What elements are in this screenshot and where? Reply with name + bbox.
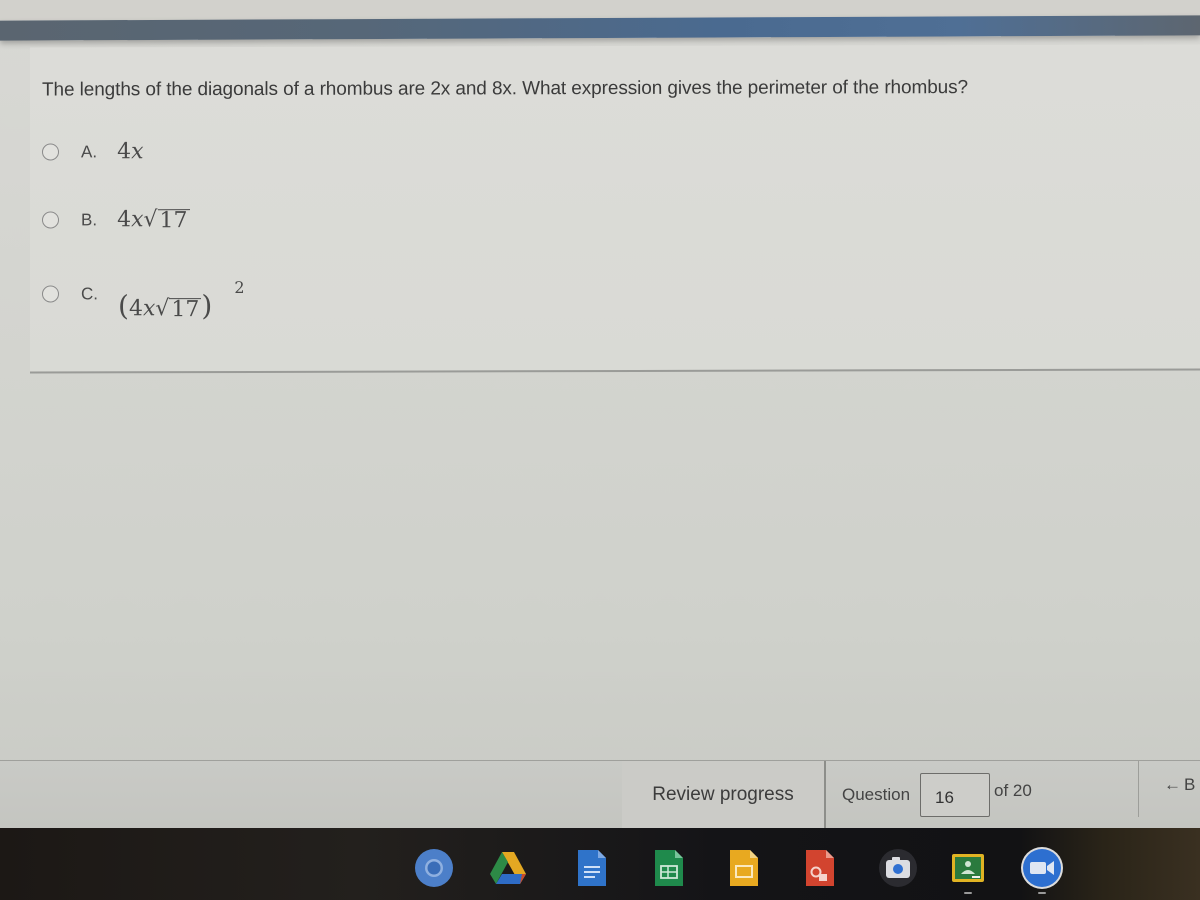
chromium-icon[interactable] — [414, 848, 454, 888]
option-letter: C. — [81, 283, 98, 303]
google-slides-icon[interactable] — [724, 848, 764, 888]
divider — [1138, 761, 1139, 817]
arrow-left-icon: ← — [1164, 775, 1181, 794]
radio-button-c[interactable] — [42, 285, 59, 303]
radicand: 17 — [157, 208, 190, 234]
variable: x — [142, 296, 156, 322]
radical-sign: √ — [155, 296, 170, 322]
camera-icon[interactable] — [878, 848, 918, 888]
option-c[interactable]: C. (4x √ 17) 2 — [42, 277, 245, 322]
radical-sign: √ — [143, 207, 158, 233]
header-accent-bar — [0, 15, 1200, 41]
google-drive-icon[interactable] — [488, 848, 528, 888]
coefficient: 4 — [117, 139, 132, 165]
zoom-icon[interactable] — [1020, 846, 1064, 890]
back-button[interactable]: ← B — [1164, 775, 1195, 795]
question-label: Question — [842, 785, 911, 804]
running-indicator — [964, 892, 972, 894]
option-b-expression: 4x √ 17 — [117, 207, 190, 234]
option-c-expression: (4x √ 17) 2 — [118, 278, 245, 323]
review-progress-button[interactable]: Review progress — [622, 761, 826, 831]
exponent: 2 — [234, 277, 245, 297]
radio-button-a[interactable] — [42, 143, 59, 161]
close-paren: ) — [201, 289, 213, 323]
question-text: The lengths of the diagonals of a rhombu… — [42, 77, 969, 101]
google-classroom-icon[interactable] — [948, 848, 988, 888]
running-indicator — [1038, 892, 1046, 894]
radio-button-b[interactable] — [42, 211, 59, 229]
coefficient: 4 — [117, 207, 132, 233]
option-a[interactable]: A. 4x — [42, 139, 143, 164]
navigation-bar: Review progress Question 16 of 20 ← B — [0, 760, 1200, 831]
option-a-expression: 4x — [117, 139, 143, 164]
google-drawings-icon[interactable] — [800, 848, 840, 888]
radicand: 17 — [169, 297, 202, 323]
option-letter: B. — [81, 209, 98, 229]
option-letter: A. — [81, 141, 98, 161]
question-total: of 20 — [994, 781, 1032, 800]
variable: x — [131, 139, 144, 165]
square-root: √ 17 — [155, 296, 202, 323]
back-label: B — [1184, 775, 1196, 794]
coefficient: 4 — [128, 296, 143, 322]
google-sheets-icon[interactable] — [649, 848, 689, 888]
question-panel: The lengths of the diagonals of a rhombu… — [30, 44, 1200, 374]
question-number-input[interactable]: 16 — [920, 773, 990, 817]
os-shelf — [0, 828, 1200, 900]
square-root: √ 17 — [143, 207, 190, 234]
variable: x — [131, 207, 144, 233]
open-paren: ( — [118, 289, 129, 323]
google-docs-icon[interactable] — [572, 848, 612, 888]
option-b[interactable]: B. 4x √ 17 — [42, 207, 190, 234]
